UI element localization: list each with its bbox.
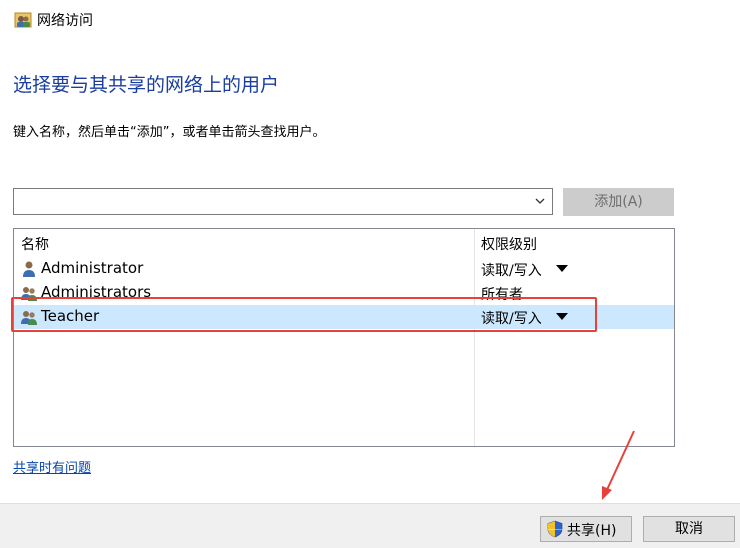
- list-row-administrator[interactable]: Administrator 读取/写入: [14, 257, 674, 281]
- row-name: Teacher: [41, 307, 100, 325]
- user-permission-list[interactable]: 名称 权限级别 Administrator 读取/写入 Administrato…: [13, 228, 675, 447]
- row-permission: 所有者: [481, 287, 523, 303]
- cancel-button[interactable]: 取消: [643, 516, 735, 542]
- row-permission[interactable]: 读取/写入: [481, 308, 542, 328]
- row-permission[interactable]: 读取/写入: [481, 260, 542, 280]
- page-heading: 选择要与其共享的网络上的用户: [13, 74, 280, 96]
- caret-down-icon[interactable]: [556, 265, 568, 272]
- share-button[interactable]: 共享(H): [540, 516, 632, 542]
- user-name-combobox[interactable]: [13, 188, 553, 215]
- uac-shield-icon: [547, 520, 563, 538]
- add-button[interactable]: 添加(A): [563, 188, 674, 216]
- network-users-icon: [14, 12, 32, 28]
- group-icon: [21, 311, 37, 325]
- row-name: Administrators: [41, 283, 152, 301]
- caret-down-icon[interactable]: [556, 313, 568, 320]
- row-name: Administrator: [41, 259, 144, 277]
- user-icon: [23, 261, 35, 277]
- instruction-text: 键入名称，然后单击“添加”，或者单击箭头查找用户。: [13, 125, 326, 140]
- column-header-permission[interactable]: 权限级别: [481, 234, 537, 254]
- dialog-footer: 共享(H) 取消: [0, 503, 740, 548]
- share-button-label: 共享(H): [567, 523, 617, 539]
- list-row-teacher[interactable]: Teacher 读取/写入: [14, 305, 674, 329]
- chevron-down-icon[interactable]: [534, 194, 546, 208]
- column-header-name[interactable]: 名称: [21, 234, 49, 254]
- list-row-administrators[interactable]: Administrators 所有者: [14, 281, 674, 305]
- group-icon: [21, 287, 37, 301]
- sharing-help-link[interactable]: 共享时有问题: [13, 457, 91, 476]
- window-title: 网络访问: [37, 13, 93, 29]
- title-bar: 网络访问: [0, 0, 740, 40]
- user-name-input[interactable]: [18, 192, 522, 213]
